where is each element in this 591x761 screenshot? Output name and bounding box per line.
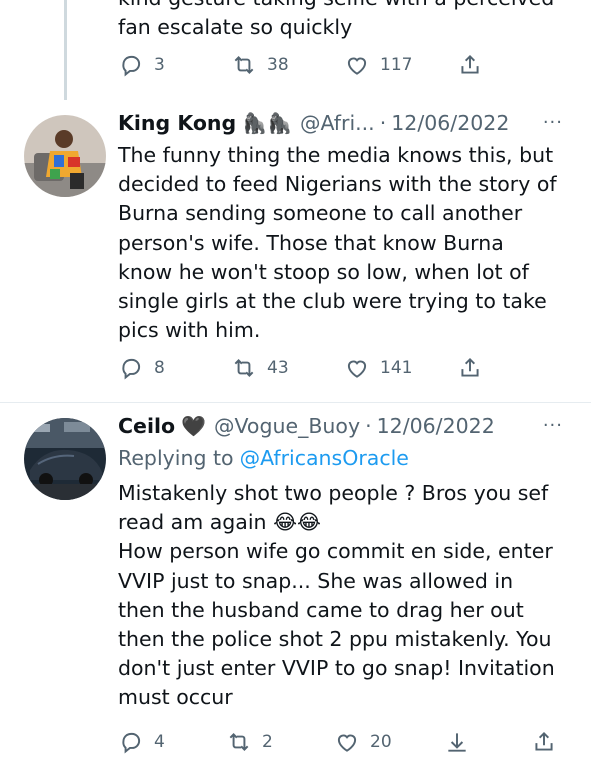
like-icon: [347, 57, 367, 75]
tweet-text-line: Burna sending someone to call another: [118, 201, 523, 226]
gorilla-emoji-icon: 🦍🦍: [242, 111, 293, 135]
share-icon: [461, 357, 479, 377]
share-icon: [535, 731, 553, 751]
tweet-3-actions: 4 2 20: [118, 729, 558, 761]
download-button[interactable]: [444, 729, 480, 755]
like-button[interactable]: 20: [334, 729, 392, 755]
like-button[interactable]: 141: [344, 355, 412, 381]
reply-count: 3: [154, 55, 165, 75]
retweet-count: 38: [267, 55, 289, 75]
black-heart-emoji-icon: 🖤: [181, 414, 206, 438]
tweet-2[interactable]: King Kong 🦍🦍 @Afri... · 12/06/2022 ··· T…: [0, 100, 591, 396]
tweet-3[interactable]: Ceilo 🖤 @Vogue_Buoy · 12/06/2022 ··· Rep…: [0, 403, 591, 760]
retweet-button[interactable]: 43: [231, 355, 289, 381]
retweet-button[interactable]: 38: [231, 52, 289, 78]
tweet-text-line: The funny thing the media knows this, bu…: [118, 143, 554, 167]
tweet-text-line: decided to feed Nigerians with the story…: [118, 172, 557, 197]
tweet-3-header: Ceilo 🖤 @Vogue_Buoy · 12/06/2022: [118, 411, 563, 441]
tweet-text-line: then the husband came to drag her out: [118, 597, 524, 622]
tweet-text-line: must occur: [118, 685, 233, 710]
tweet-text-line: pics with him.: [118, 318, 261, 343]
like-button[interactable]: 117: [344, 52, 412, 78]
tweet-3-body: Mistakenly shot two people ? Bros you se…: [118, 479, 563, 713]
more-options-icon[interactable]: ···: [543, 415, 563, 436]
retweet-icon: [229, 733, 249, 751]
tweet-text-line: How person wife go commit en side, enter: [118, 539, 553, 564]
tweet-text-line: VVIP just to snap... She was allowed in: [118, 568, 514, 593]
author-handle[interactable]: @Vogue_Buoy: [214, 414, 360, 438]
share-button[interactable]: [457, 52, 493, 78]
tweet-1-partial-line: kind gesture taking selfie with a percei…: [118, 0, 563, 13]
reply-icon: [122, 358, 141, 380]
retweet-icon: [234, 56, 254, 74]
like-icon: [347, 360, 367, 378]
tweet-1-actions: 3 38 117: [118, 52, 498, 84]
tweet-text-line: don't just enter VVIP to go snap! Invita…: [118, 656, 555, 681]
reply-count: 8: [154, 358, 165, 378]
share-button[interactable]: [457, 355, 493, 381]
author-name[interactable]: King Kong: [118, 111, 236, 135]
more-options-icon[interactable]: ···: [543, 112, 563, 133]
dot-separator: ·: [365, 414, 372, 438]
download-icon: [448, 733, 466, 752]
retweet-count: 43: [267, 358, 289, 378]
replying-to-handle[interactable]: @AfricansOracle: [240, 446, 409, 470]
reply-icon: [122, 732, 141, 754]
tweet-1-text-line: fan escalate so quickly: [118, 15, 353, 40]
tweet-text-line: then the police shot 2 ppu mistakenly. Y…: [118, 627, 552, 652]
tweet-text-line: Mistakenly shot two people ? Bros you se…: [118, 481, 549, 505]
reply-icon: [122, 55, 141, 77]
avatar[interactable]: [24, 115, 106, 197]
tweet-2-header: King Kong 🦍🦍 @Afri... · 12/06/2022: [118, 108, 563, 138]
like-count: 141: [380, 358, 413, 378]
tweet-text-line: know he won't stoop so low, when lot of: [118, 259, 529, 284]
like-count: 20: [370, 732, 392, 752]
tweet-text-line: read am again 😂😂: [118, 510, 321, 535]
tweet-2-body: The funny thing the media knows this, bu…: [118, 141, 563, 345]
avatar-photo: [24, 418, 106, 500]
share-button[interactable]: [531, 729, 567, 755]
reply-button[interactable]: 8: [118, 355, 165, 381]
tweet-date[interactable]: 12/06/2022: [377, 414, 495, 438]
tweet-1[interactable]: kind gesture taking selfie with a percei…: [0, 0, 591, 100]
reply-button[interactable]: 4: [118, 729, 165, 755]
like-count: 117: [380, 55, 413, 75]
avatar[interactable]: [24, 418, 106, 500]
tweet-2-actions: 8 43 141: [118, 355, 498, 387]
dot-separator: ·: [379, 111, 387, 135]
replying-to: Replying to @AfricansOracle: [118, 443, 563, 473]
retweet-icon: [234, 359, 254, 377]
tweet-text-line: single girls at the club were trying to …: [118, 289, 547, 314]
author-handle[interactable]: @Afri...: [300, 111, 375, 135]
avatar-photo: [24, 115, 106, 197]
retweet-button[interactable]: 2: [226, 729, 273, 755]
reply-count: 4: [154, 732, 165, 752]
like-icon: [337, 734, 357, 752]
retweet-count: 2: [262, 732, 273, 752]
author-name[interactable]: Ceilo: [118, 414, 175, 438]
share-icon: [461, 54, 479, 74]
tweet-date[interactable]: 12/06/2022: [391, 111, 509, 135]
tweet-text-line: person's wife. Those that know Burna: [118, 230, 504, 255]
replying-to-label: Replying to: [118, 446, 234, 470]
reply-button[interactable]: 3: [118, 52, 165, 78]
